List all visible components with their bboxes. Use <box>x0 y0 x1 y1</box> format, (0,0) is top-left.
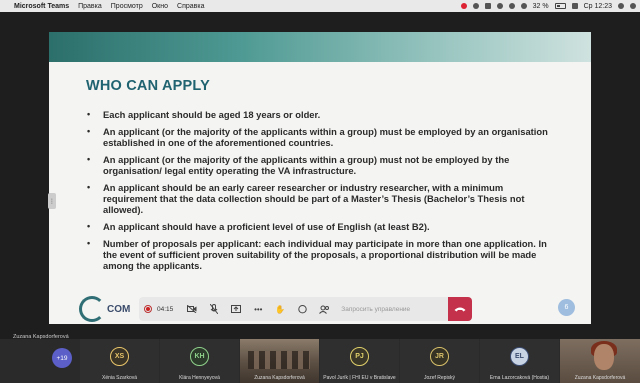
presentation-slide: WHO CAN APPLY • Each applicant should be … <box>49 32 591 324</box>
teams-tray-icon[interactable] <box>460 3 467 9</box>
bullet-item: • An applicant should be an early career … <box>87 182 557 216</box>
participant-name: Zuzana Kapsdorferová <box>254 375 305 381</box>
hangup-icon[interactable] <box>448 297 472 321</box>
chat-icon[interactable] <box>291 300 313 318</box>
bullet-item: • An applicant should have a proficient l… <box>87 221 557 232</box>
self-video-tile[interactable]: Zuzana Kapsdorferová <box>560 339 640 383</box>
status-tray: 32 % Ср 12:23 <box>460 2 640 10</box>
more-icon[interactable]: ••• <box>247 300 269 318</box>
bullet-marker: • <box>87 181 91 192</box>
bullet-text: An applicant should have a proficient le… <box>103 221 430 232</box>
camera-off-icon[interactable] <box>181 300 203 318</box>
participant-name: Klára Hennyeyová <box>179 375 220 381</box>
share-icon[interactable] <box>225 300 247 318</box>
menu-window[interactable]: Окно <box>152 3 168 10</box>
bullet-text: An applicant (or the majority of the app… <box>103 153 510 176</box>
bullet-item: • An applicant (or the majority of the ap… <box>87 126 557 148</box>
bullet-text: An applicant should be an early career r… <box>103 181 525 216</box>
participant-tile[interactable]: XS Xénia Szarková <box>80 339 159 383</box>
meeting-control-bar: 04:15 ••• ✋ Запросить управление <box>139 297 472 321</box>
bullet-text: An applicant (or the majority of the app… <box>103 125 548 148</box>
bullet-marker: • <box>87 109 91 119</box>
mic-off-icon[interactable] <box>203 300 225 318</box>
slide-header-band <box>49 32 591 62</box>
avatar: XS <box>110 347 129 366</box>
participant-name: Pavol Jurík | FHI EU v Bratislave <box>323 375 396 381</box>
bluetooth-icon[interactable] <box>496 3 503 9</box>
avatar: PJ <box>350 347 369 366</box>
menu-edit[interactable]: Правка <box>78 3 102 10</box>
request-control-button[interactable]: Запросить управление <box>335 306 448 313</box>
slide-logo: COM <box>79 296 130 322</box>
slide-title: WHO CAN APPLY <box>86 78 210 94</box>
bullet-item: • Each applicant should be aged 18 years … <box>87 109 557 120</box>
bullet-marker: • <box>87 153 91 164</box>
battery-percent: 32 % <box>532 2 549 10</box>
video-person-face <box>594 344 614 370</box>
menubar: Microsoft Teams Правка Просмотр Окно Спр… <box>0 0 640 12</box>
participant-name: Erna Lazorcaková (Hostia) <box>489 375 550 381</box>
avatar: KH <box>190 347 209 366</box>
bullet-marker: • <box>87 237 91 248</box>
logo-text: COM <box>107 303 131 315</box>
participant-name: Zuzana Kapsdorferová <box>574 375 626 381</box>
participant-tile[interactable]: JR Jozef Repiský <box>400 339 479 383</box>
input-source-icon[interactable] <box>571 3 578 9</box>
avatar: JR <box>430 347 449 366</box>
menu-help[interactable]: Справка <box>177 3 204 10</box>
video-people <box>248 351 310 369</box>
bullet-item: • An applicant (or the majority of the ap… <box>87 154 557 176</box>
display-tray-icon[interactable] <box>484 3 491 9</box>
participant-video-tile[interactable]: Zuzana Kapsdorferová <box>240 339 319 383</box>
participant-tile[interactable]: PJ Pavol Jurík | FHI EU v Bratislave <box>320 339 399 383</box>
logo-mark <box>79 296 105 322</box>
bullet-marker: • <box>87 221 91 231</box>
bullet-list: • Each applicant should be aged 18 years … <box>87 109 557 277</box>
control-center-icon[interactable] <box>630 3 636 9</box>
clock[interactable]: Ср 12:23 <box>584 3 612 10</box>
participant-name: Jozef Repiský <box>423 375 456 381</box>
panel-handle-icon[interactable]: ⋮ <box>48 193 56 209</box>
call-timer: 04:15 <box>157 305 174 313</box>
slide-page-number: 6 <box>558 299 575 316</box>
clock-tray-icon[interactable] <box>472 3 479 9</box>
volume-icon[interactable] <box>520 3 527 9</box>
people-icon[interactable] <box>313 300 335 318</box>
bullet-text: Number of proposals per applicant: each … <box>103 237 547 272</box>
bullet-text: Each applicant should be aged 18 years o… <box>103 109 321 120</box>
avatar: EL <box>510 347 529 366</box>
menu-app[interactable]: Microsoft Teams <box>14 3 69 10</box>
menu-view[interactable]: Просмотр <box>111 3 143 10</box>
participant-overflow-button[interactable]: +19 <box>52 348 72 368</box>
record-icon <box>144 305 152 313</box>
battery-icon[interactable] <box>554 3 566 9</box>
participant-name: Xénia Szarková <box>101 375 138 381</box>
participant-tile[interactable]: EL Erna Lazorcaková (Hostia) <box>480 339 559 383</box>
raise-hand-icon[interactable]: ✋ <box>269 300 291 318</box>
bullet-marker: • <box>87 125 91 136</box>
participant-tile[interactable]: KH Klára Hennyeyová <box>160 339 239 383</box>
wifi-icon[interactable] <box>508 3 515 9</box>
search-icon[interactable] <box>618 3 624 9</box>
shared-screen-stage: WHO CAN APPLY • Each applicant should be … <box>0 12 640 340</box>
bullet-item: • Number of proposals per applicant: each… <box>87 238 557 272</box>
